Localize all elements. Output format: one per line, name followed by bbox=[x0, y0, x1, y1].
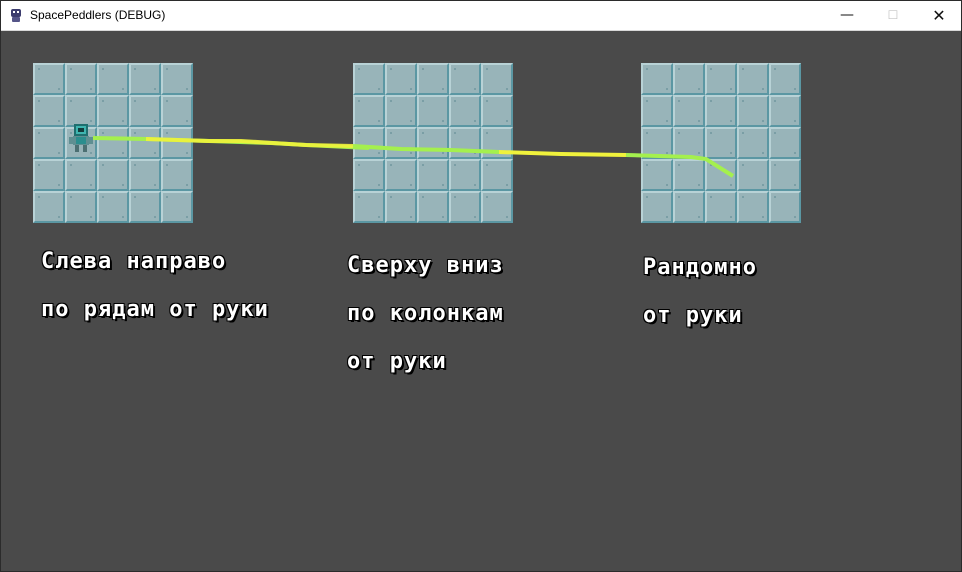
grid-cell[interactable] bbox=[385, 159, 417, 191]
grid-cell[interactable] bbox=[129, 159, 161, 191]
grid-cell[interactable] bbox=[161, 159, 193, 191]
grid-cell[interactable] bbox=[417, 159, 449, 191]
hand-path-segment-4 bbox=[498, 150, 627, 157]
grid-cell[interactable] bbox=[449, 159, 481, 191]
grid-cell[interactable] bbox=[673, 127, 705, 159]
grid-cell[interactable] bbox=[417, 63, 449, 95]
grid-cell[interactable] bbox=[737, 159, 769, 191]
grid-cell[interactable] bbox=[481, 127, 513, 159]
grid-cell[interactable] bbox=[129, 95, 161, 127]
inventory-grid-right[interactable] bbox=[641, 63, 801, 223]
grid-cell[interactable] bbox=[97, 63, 129, 95]
window-titlebar[interactable]: SpacePeddlers (DEBUG) — ☐ ✕ bbox=[0, 0, 962, 31]
grid-cell[interactable] bbox=[33, 63, 65, 95]
grid-cell[interactable] bbox=[737, 95, 769, 127]
caption-middle-line-1: Сверху вниз bbox=[347, 253, 504, 278]
grid-cell[interactable] bbox=[129, 63, 161, 95]
grid-cell[interactable] bbox=[385, 95, 417, 127]
grid-cell[interactable] bbox=[705, 159, 737, 191]
inventory-grid-left[interactable] bbox=[33, 63, 193, 223]
grid-cell[interactable] bbox=[481, 159, 513, 191]
grid-cell[interactable] bbox=[673, 63, 705, 95]
grid-cell[interactable] bbox=[641, 159, 673, 191]
caption-left-line-1: Слева направо bbox=[41, 249, 227, 274]
caption-right-line-2: от руки bbox=[643, 303, 743, 328]
grid-cell[interactable] bbox=[417, 95, 449, 127]
grid-cell[interactable] bbox=[481, 191, 513, 223]
grid-cell[interactable] bbox=[705, 63, 737, 95]
close-button[interactable]: ✕ bbox=[916, 0, 962, 30]
maximize-button[interactable]: ☐ bbox=[870, 0, 916, 30]
grid-cell[interactable] bbox=[449, 95, 481, 127]
grid-cell[interactable] bbox=[97, 127, 129, 159]
grid-cell[interactable] bbox=[353, 95, 385, 127]
grid-cell[interactable] bbox=[129, 127, 161, 159]
grid-cell[interactable] bbox=[641, 95, 673, 127]
caption-right-line-1: Рандомно bbox=[643, 255, 757, 280]
grid-cell[interactable] bbox=[769, 63, 801, 95]
window-controls: — ☐ ✕ bbox=[824, 0, 962, 30]
caption-middle-line-2: по колонкам bbox=[347, 301, 504, 326]
grid-cell[interactable] bbox=[161, 191, 193, 223]
grid-cell[interactable] bbox=[769, 159, 801, 191]
grid-cell[interactable] bbox=[769, 191, 801, 223]
grid-cell[interactable] bbox=[417, 127, 449, 159]
grid-cell[interactable] bbox=[33, 191, 65, 223]
grid-cell[interactable] bbox=[161, 95, 193, 127]
grid-cell[interactable] bbox=[33, 127, 65, 159]
grid-cell[interactable] bbox=[705, 191, 737, 223]
grid-cell[interactable] bbox=[641, 63, 673, 95]
grid-cell[interactable] bbox=[705, 127, 737, 159]
grid-cell[interactable] bbox=[705, 95, 737, 127]
grid-cell[interactable] bbox=[385, 191, 417, 223]
grid-cell[interactable] bbox=[65, 63, 97, 95]
grid-cell[interactable] bbox=[769, 127, 801, 159]
grid-cell[interactable] bbox=[97, 191, 129, 223]
grid-cell[interactable] bbox=[449, 127, 481, 159]
grid-cell[interactable] bbox=[97, 95, 129, 127]
robot-app-icon bbox=[8, 7, 24, 23]
grid-cell[interactable] bbox=[385, 63, 417, 95]
grid-cell[interactable] bbox=[97, 159, 129, 191]
grid-cell[interactable] bbox=[353, 191, 385, 223]
grid-cell[interactable] bbox=[673, 191, 705, 223]
grid-cell[interactable] bbox=[161, 63, 193, 95]
window-title: SpacePeddlers (DEBUG) bbox=[30, 8, 166, 22]
grid-cell[interactable] bbox=[481, 95, 513, 127]
caption-left-line-2: по рядам от руки bbox=[41, 297, 269, 322]
grid-cell[interactable] bbox=[33, 95, 65, 127]
grid-cell[interactable] bbox=[353, 127, 385, 159]
player-character-sprite bbox=[67, 123, 95, 153]
grid-cell[interactable] bbox=[673, 95, 705, 127]
game-canvas[interactable]: Слева направо по рядам от руки Сверху вн… bbox=[1, 31, 961, 571]
grid-cell[interactable] bbox=[161, 127, 193, 159]
grid-cell[interactable] bbox=[737, 191, 769, 223]
grid-cell[interactable] bbox=[737, 63, 769, 95]
grid-cell[interactable] bbox=[33, 159, 65, 191]
grid-cell[interactable] bbox=[65, 159, 97, 191]
minimize-button[interactable]: — bbox=[824, 0, 870, 30]
grid-cell[interactable] bbox=[641, 127, 673, 159]
grid-cell[interactable] bbox=[769, 95, 801, 127]
grid-cell[interactable] bbox=[449, 63, 481, 95]
caption-middle-line-3: от руки bbox=[347, 349, 447, 374]
grid-cell[interactable] bbox=[417, 191, 449, 223]
inventory-grid-middle[interactable] bbox=[353, 63, 513, 223]
grid-cell[interactable] bbox=[353, 63, 385, 95]
grid-cell[interactable] bbox=[65, 191, 97, 223]
grid-cell[interactable] bbox=[481, 63, 513, 95]
grid-cell[interactable] bbox=[353, 159, 385, 191]
grid-cell[interactable] bbox=[641, 191, 673, 223]
grid-cell[interactable] bbox=[673, 159, 705, 191]
grid-cell[interactable] bbox=[737, 127, 769, 159]
grid-cell[interactable] bbox=[385, 127, 417, 159]
grid-cell[interactable] bbox=[129, 191, 161, 223]
grid-cell[interactable] bbox=[449, 191, 481, 223]
